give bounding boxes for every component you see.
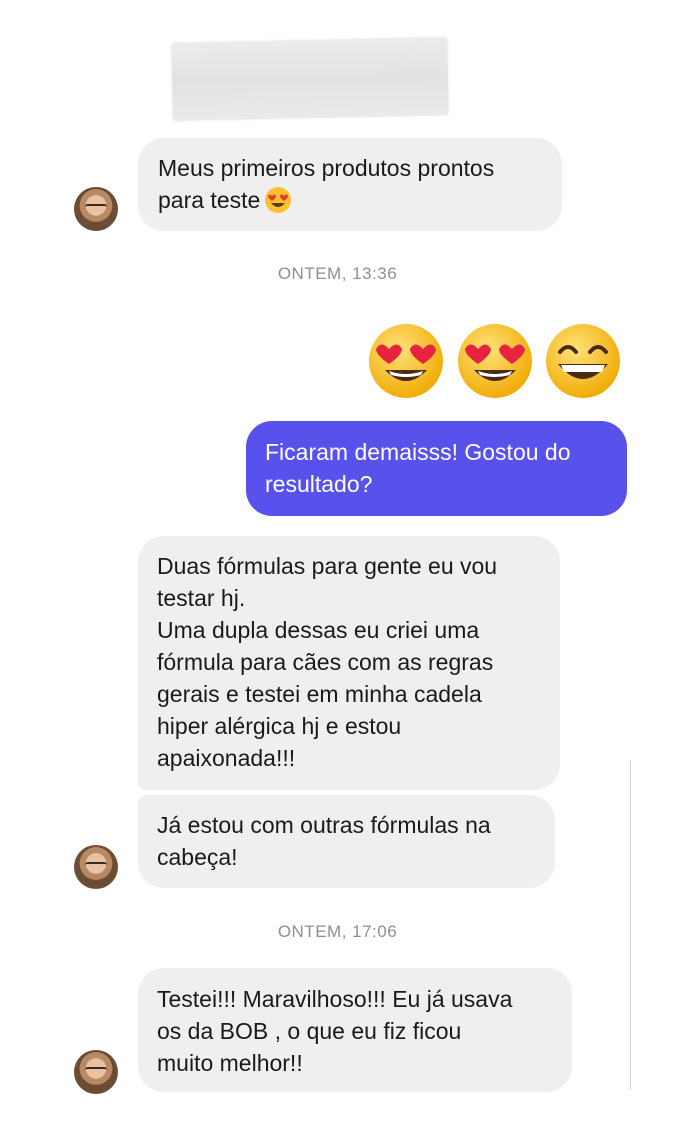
avatar[interactable] [74, 187, 118, 231]
avatar[interactable] [74, 845, 118, 889]
message-text: testar hj. [157, 585, 246, 611]
message-text: fórmula para cães com as regras [157, 649, 494, 675]
grinning-smile-emoji-icon [546, 324, 620, 398]
scrollbar-track [630, 760, 631, 1090]
message-bubble-outgoing[interactable]: Ficaram demaisss! Gostou do resultado? [246, 421, 627, 516]
heart-eyes-emoji-icon [369, 324, 443, 398]
message-bubble-incoming[interactable]: Testei!!! Maravilhoso!!! Eu já usava os … [138, 968, 572, 1092]
message-text: apaixonada!!! [157, 745, 296, 771]
message-text: resultado? [265, 471, 373, 497]
message-bubble-incoming[interactable]: Já estou com outras fórmulas na cabeça! [138, 795, 555, 888]
message-text: Meus primeiros produtos prontos [158, 155, 495, 181]
heart-eyes-emoji-icon [265, 187, 292, 213]
heart-eyes-emoji-icon [458, 324, 532, 398]
message-text: Testei!!! Maravilhoso!!! Eu já usava [157, 986, 513, 1012]
message-text: para teste [158, 187, 261, 213]
message-text: Ficaram demaisss! Gostou do [265, 439, 571, 465]
message-text: Uma dupla dessas eu criei uma [157, 617, 480, 643]
message-text: cabeça! [157, 844, 238, 870]
timestamp: ONTEM, 17:06 [277, 922, 398, 941]
redacted-header [171, 37, 449, 121]
message-bubble-incoming[interactable]: Meus primeiros produtos prontos para tes… [138, 138, 562, 231]
timestamp: ONTEM, 13:36 [277, 264, 398, 283]
message-text: gerais e testei em minha cadela [157, 681, 482, 707]
message-text: muito melhor!! [157, 1050, 303, 1076]
avatar[interactable] [74, 1050, 118, 1094]
message-text: hiper alérgica hj e estou [157, 713, 402, 739]
message-text: Duas fórmulas para gente eu vou [157, 553, 498, 579]
message-text: os da BOB , o que eu fiz ficou [157, 1018, 462, 1044]
message-bubble-incoming[interactable]: Duas fórmulas para gente eu vou testar h… [138, 536, 560, 790]
message-text: Já estou com outras fórmulas na [157, 812, 491, 838]
